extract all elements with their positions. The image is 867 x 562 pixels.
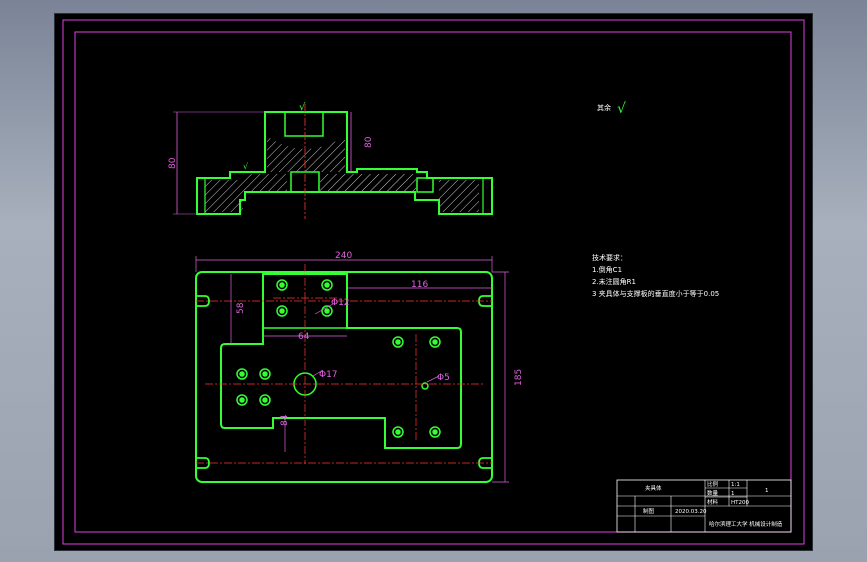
cad-drawing-canvas[interactable]: 其余 √ 80 80 √ √ 240 116 58 185 64 Φ12 Φ17… — [55, 14, 812, 550]
tb-qty-value: 1 — [731, 491, 735, 497]
notes-title: 技术要求： — [592, 253, 627, 262]
dim-overall-width: 240 — [335, 251, 352, 261]
dim-right-length: 116 — [411, 280, 428, 290]
outer-frame — [62, 19, 805, 545]
tb-sheet-no: 1 — [765, 488, 769, 494]
roughness-note-label: 其余 — [597, 103, 611, 112]
tb-qty-label: 数量 — [707, 489, 719, 497]
tb-material-value: HT200 — [731, 500, 749, 506]
dim-hole-right: Φ5 — [437, 373, 450, 383]
dim-hole-center: Φ17 — [319, 370, 338, 380]
technical-notes: 技术要求： 1.倒角C1 2.未注圆角R1 3 夹具体与支撑板的垂直度小于等于0… — [592, 253, 719, 298]
section-hatch-left — [205, 180, 243, 212]
tb-material-label: 材料 — [707, 498, 719, 506]
section-dim-boss-height: 80 — [364, 136, 374, 148]
section-hatch-boss — [267, 136, 345, 172]
notes-line-1: 1.倒角C1 — [592, 265, 622, 274]
plan-centerlines — [196, 264, 492, 464]
roughness-note: 其余 √ — [597, 101, 626, 117]
section-view: 80 80 √ √ — [168, 102, 493, 219]
notes-line-2: 2.未注圆角R1 — [592, 277, 636, 286]
dim-boss-width: 64 — [298, 332, 310, 342]
section-dim-total-height: 80 — [168, 157, 178, 169]
tb-drawn-label: 制图 — [643, 507, 655, 515]
tb-part-name: 夹具体 — [645, 484, 662, 492]
tb-school-line: 哈尔滨理工大学 机械设计制造 — [709, 520, 783, 528]
dim-left-height: 58 — [236, 302, 246, 314]
section-slot-top — [284, 111, 324, 137]
plan-view: 240 116 58 185 64 Φ12 Φ17 Φ5 84 — [195, 251, 524, 483]
tb-scale-value: 1:1 — [731, 482, 740, 488]
section-roughness-symbol: √ — [299, 102, 306, 113]
section-hatch-center-left — [243, 174, 287, 192]
section-hatch-center-right — [320, 174, 416, 192]
dim-overall-height: 185 — [514, 369, 524, 386]
inner-frame — [74, 31, 792, 533]
dim-hole-small: Φ12 — [331, 298, 350, 308]
tb-drawn-date: 2020.03.20 — [675, 509, 707, 515]
cad-drawing: 其余 √ 80 80 √ √ 240 116 58 185 64 Φ12 Φ17… — [62, 19, 805, 545]
roughness-symbol: √ — [617, 101, 626, 117]
dim-lower-offset: 84 — [280, 414, 290, 426]
tb-scale-label: 比例 — [707, 480, 719, 488]
notes-line-3: 3 夹具体与支撑板的垂直度小于等于0.05 — [592, 289, 719, 298]
section-roughness-symbol-2: √ — [243, 162, 249, 171]
section-hatch-right — [439, 180, 479, 212]
title-block: 夹具体 比例 1:1 数量 1 材料 HT200 1 制图 2020.03.20… — [616, 479, 792, 533]
section-right-hole — [416, 177, 434, 193]
